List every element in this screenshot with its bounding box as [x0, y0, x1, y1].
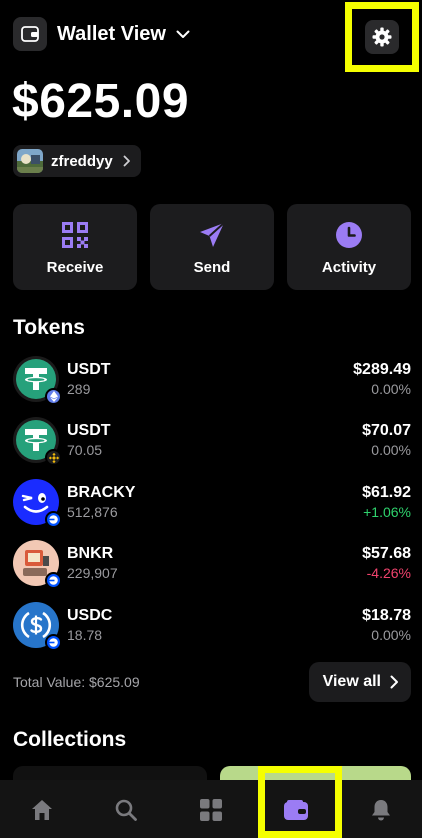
send-label: Send [193, 258, 231, 276]
tokens-heading: Tokens [13, 316, 85, 339]
user-profile-chip[interactable]: zfreddyy [13, 145, 141, 177]
chevron-right-icon [390, 675, 399, 689]
settings-button[interactable] [365, 20, 399, 54]
receive-label: Receive [46, 258, 104, 276]
tab-notifications[interactable] [361, 790, 401, 830]
total-value-text: Total Value: $625.09 [13, 674, 140, 690]
activity-button[interactable]: Activity [287, 204, 411, 290]
token-symbol: USDC [67, 606, 113, 624]
total-value-row: Total Value: $625.09 View all [13, 662, 411, 702]
base-badge-icon [45, 633, 62, 651]
view-all-label: View all [322, 673, 381, 690]
wallet-tab-highlight-box [258, 766, 342, 838]
clock-icon [333, 219, 365, 251]
token-change: 0.00% [371, 380, 411, 397]
token-value: $57.68 [362, 545, 411, 563]
ethereum-badge-icon [45, 387, 62, 405]
wallet-icon [13, 17, 47, 51]
view-all-button[interactable]: View all [308, 662, 411, 702]
total-balance: $625.09 [12, 75, 190, 128]
token-change: 0.00% [371, 626, 411, 643]
activity-label: Activity [321, 258, 377, 276]
list-item[interactable]: USDT 289 $289.49 0.00% [13, 348, 411, 410]
receive-button[interactable]: Receive [13, 204, 137, 290]
bracky-logo-icon [13, 478, 62, 528]
token-amount: 229,907 [67, 565, 118, 582]
chevron-right-icon [123, 155, 131, 167]
token-symbol: BRACKY [67, 483, 136, 501]
usdc-logo-icon [13, 601, 62, 651]
gear-icon [372, 27, 392, 47]
bnb-badge-icon [45, 449, 62, 467]
token-value: $289.49 [353, 360, 411, 378]
token-change: +1.06% [363, 503, 411, 520]
list-item[interactable]: BNKR 229,907 $57.68 -4.26% [13, 533, 411, 595]
tether-logo-icon [13, 417, 62, 467]
bottom-tab-bar [0, 780, 422, 838]
tether-logo-icon [13, 355, 62, 405]
search-icon [115, 799, 137, 821]
token-change: 0.00% [371, 442, 411, 459]
token-amount: 70.05 [67, 442, 103, 459]
token-value: $70.07 [362, 422, 411, 440]
username: zfreddyy [51, 152, 113, 170]
token-amount: 512,876 [67, 503, 118, 520]
bell-icon [372, 800, 390, 821]
token-symbol: BNKR [67, 545, 114, 563]
quick-actions: Receive Send Activity [13, 204, 411, 290]
token-symbol: USDT [67, 360, 111, 378]
bnkr-logo-icon [13, 540, 62, 590]
qr-code-icon [59, 219, 91, 251]
collections-heading: Collections [13, 728, 127, 751]
base-badge-icon [45, 572, 62, 590]
token-amount: 289 [67, 380, 91, 397]
grid-icon [200, 799, 222, 821]
home-icon [32, 800, 52, 820]
paper-plane-icon [196, 219, 228, 251]
list-item[interactable]: BRACKY 512,876 $61.92 +1.06% [13, 471, 411, 533]
header: Wallet View [0, 0, 422, 72]
wallet-title: Wallet View [57, 22, 166, 45]
list-item[interactable]: USDC 18.78 $18.78 0.00% [13, 594, 411, 656]
chevron-down-icon [176, 30, 190, 39]
token-symbol: USDT [67, 422, 111, 440]
send-button[interactable]: Send [150, 204, 274, 290]
base-badge-icon [45, 510, 62, 528]
wallet-switcher[interactable]: Wallet View [13, 16, 190, 52]
token-change: -4.26% [366, 565, 411, 582]
settings-highlight-box [345, 2, 419, 72]
avatar [17, 149, 43, 173]
token-value: $18.78 [362, 606, 411, 624]
tab-home[interactable] [22, 790, 62, 830]
tab-search[interactable] [106, 790, 146, 830]
token-amount: 18.78 [67, 626, 103, 643]
token-value: $61.92 [362, 483, 411, 501]
token-list: USDT 289 $289.49 0.00% USDT 70.05 $70.07 [13, 348, 411, 656]
tab-apps[interactable] [191, 790, 231, 830]
list-item[interactable]: USDT 70.05 $70.07 0.00% [13, 410, 411, 472]
